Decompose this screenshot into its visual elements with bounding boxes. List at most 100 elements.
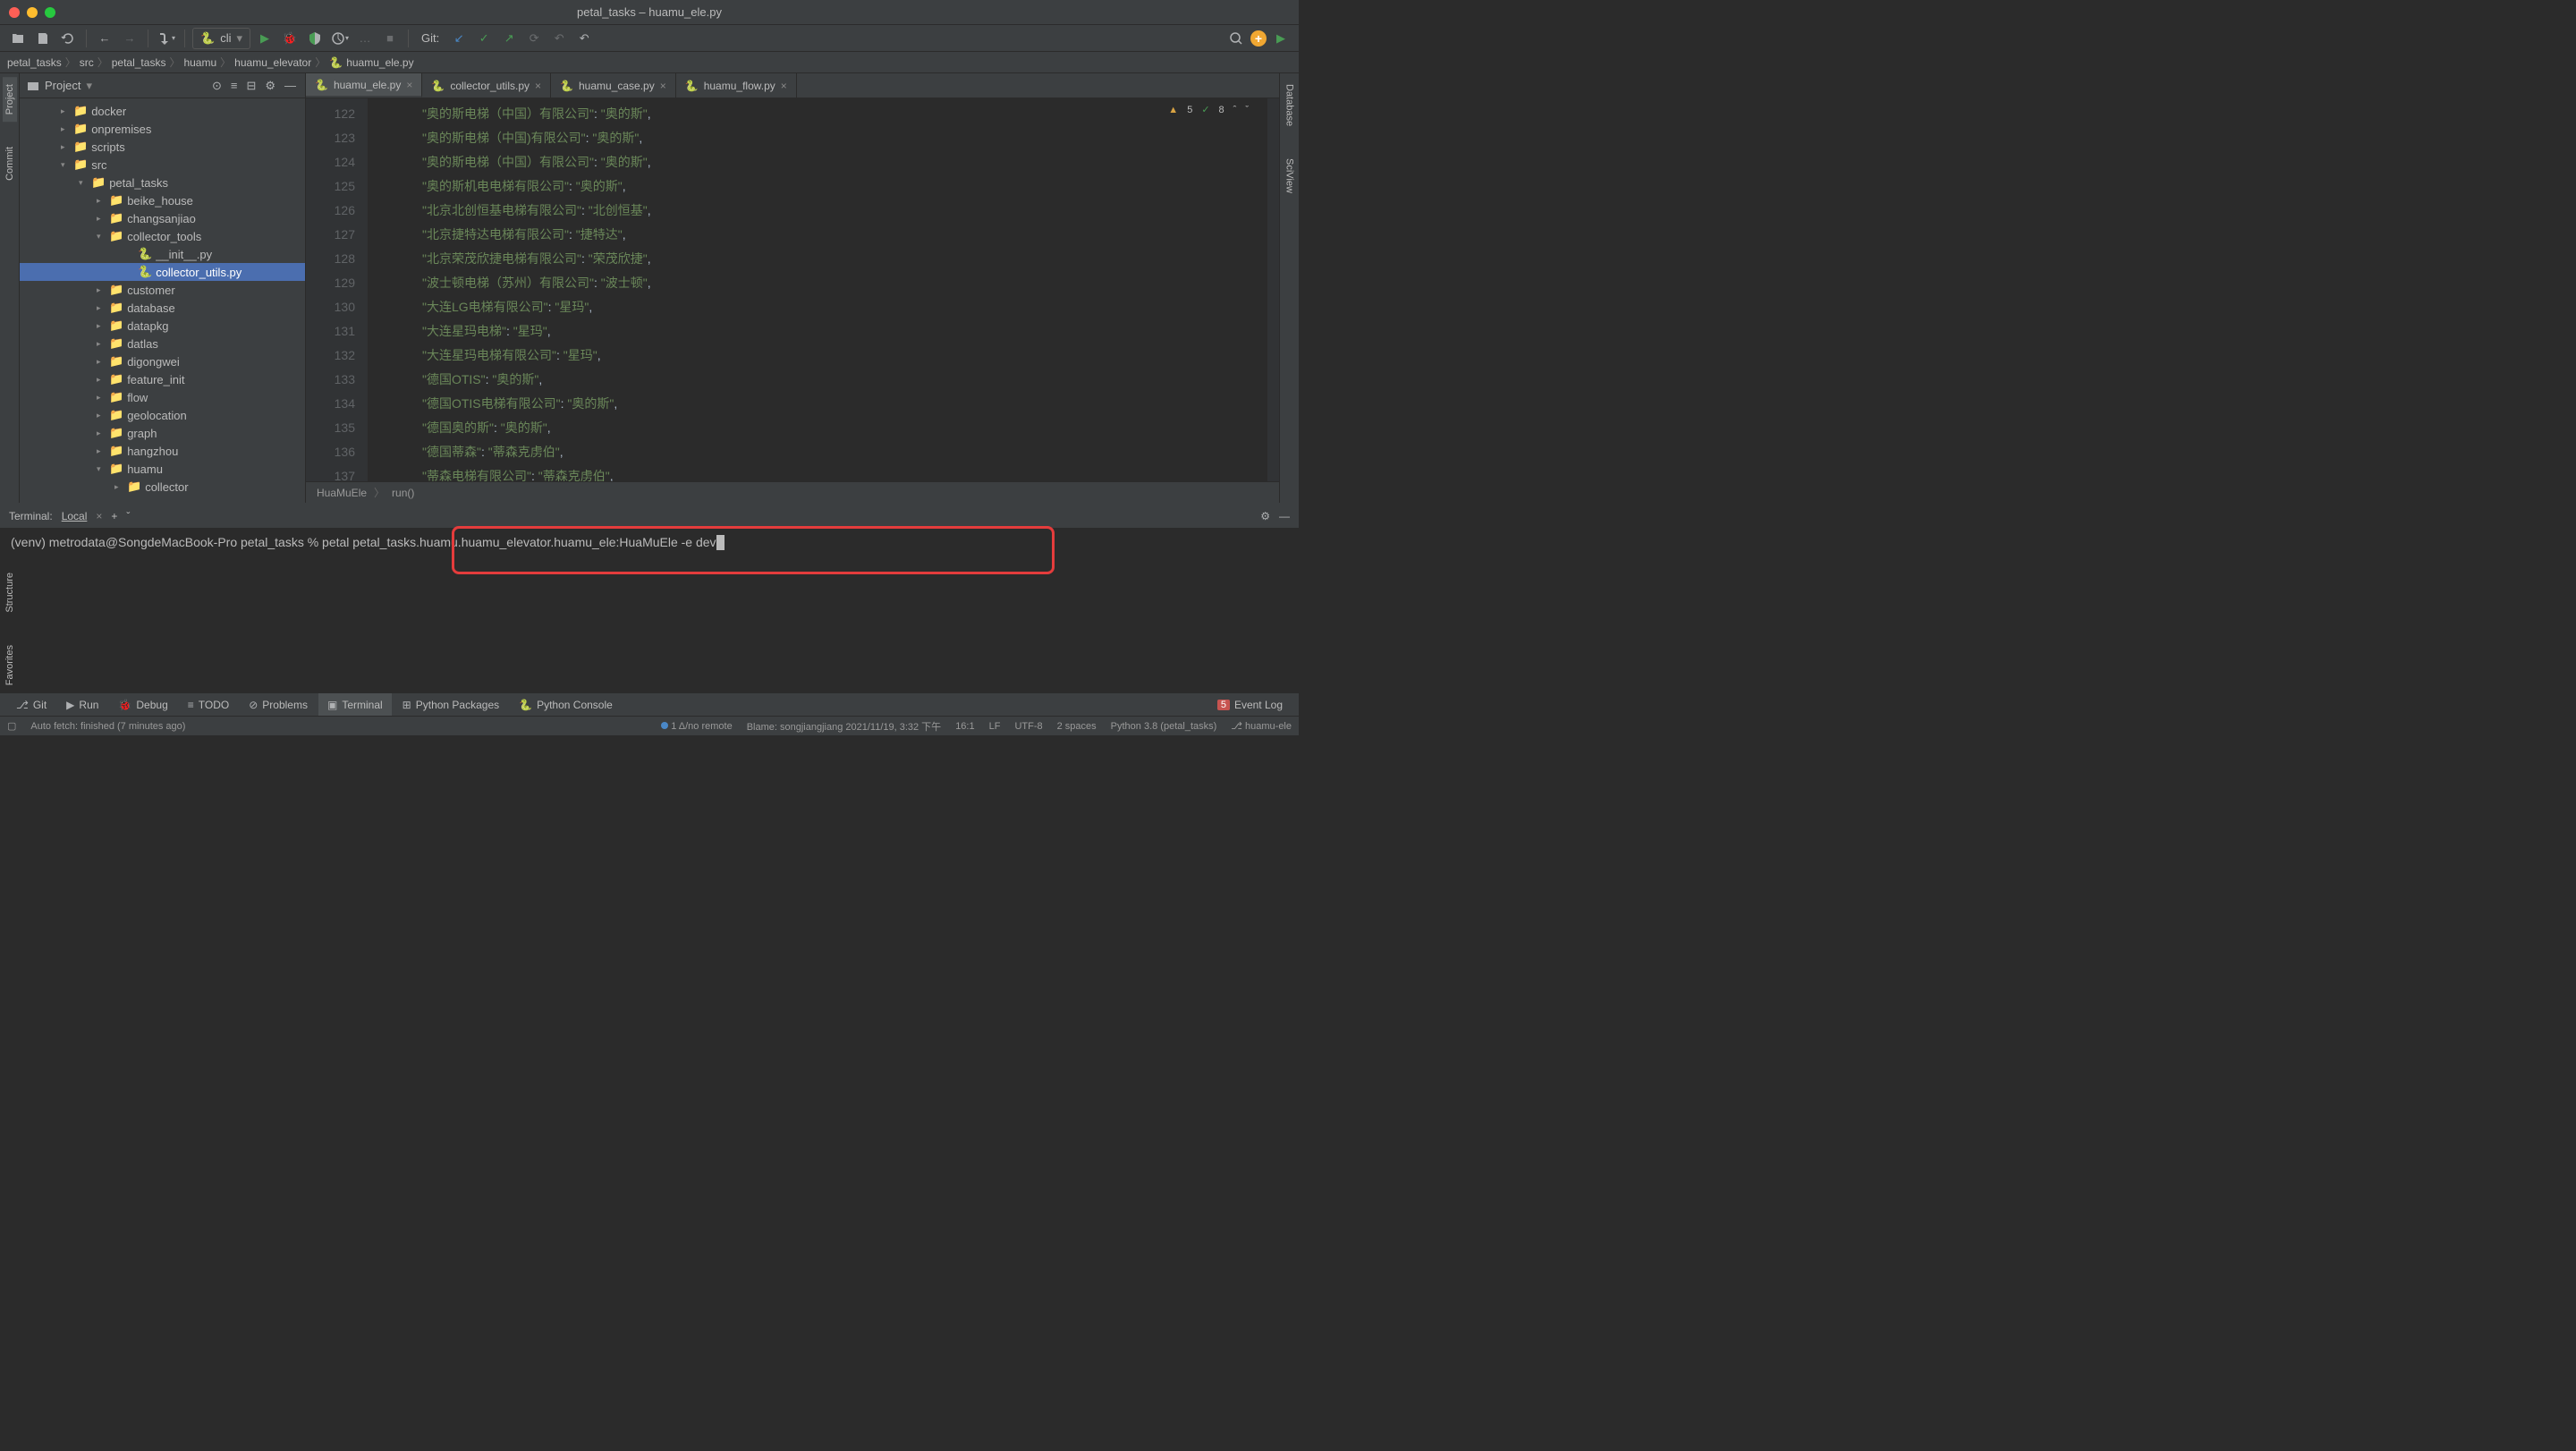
tree-item-datapkg[interactable]: ▸📁datapkg — [20, 317, 305, 335]
close-tab-icon[interactable]: × — [535, 80, 541, 92]
tree-item-scripts[interactable]: ▸📁scripts — [20, 138, 305, 156]
tree-arrow-icon[interactable]: ▸ — [97, 393, 106, 403]
indent-status[interactable]: 2 spaces — [1057, 721, 1097, 732]
tree-item-onpremises[interactable]: ▸📁onpremises — [20, 120, 305, 138]
chevron-down-icon[interactable]: ˇ — [1245, 105, 1249, 115]
event-log-button[interactable]: 5Event Log — [1208, 693, 1292, 716]
tree-item-database[interactable]: ▸📁database — [20, 299, 305, 317]
minimize-window-button[interactable] — [27, 7, 38, 18]
git-blame-status[interactable]: Blame: songjiangjiang 2021/11/19, 3:32 下… — [747, 719, 942, 734]
tool-window-button-debug[interactable]: 🐞Debug — [109, 693, 176, 716]
project-tool-button[interactable]: Project — [3, 77, 17, 122]
tree-item-beike_house[interactable]: ▸📁beike_house — [20, 191, 305, 209]
nav-forward-icon[interactable]: → — [119, 28, 140, 49]
editor-tab-collector_utils-py[interactable]: 🐍collector_utils.py× — [422, 73, 551, 98]
commit-tool-button[interactable]: Commit — [3, 140, 17, 188]
tree-arrow-icon[interactable]: ▾ — [97, 232, 106, 242]
tree-item-feature_init[interactable]: ▸📁feature_init — [20, 370, 305, 388]
nav-back-icon[interactable]: ← — [94, 28, 115, 49]
save-all-icon[interactable] — [32, 28, 54, 49]
breadcrumb-item[interactable]: src — [80, 56, 94, 69]
tree-arrow-icon[interactable]: ▸ — [114, 482, 123, 492]
git-branch[interactable]: ⎇ huamu-ele — [1231, 720, 1292, 732]
vcs-add-icon[interactable]: ▾ — [156, 28, 177, 49]
maximize-window-button[interactable] — [45, 7, 55, 18]
python-interpreter[interactable]: Python 3.8 (petal_tasks) — [1111, 721, 1217, 732]
tree-arrow-icon[interactable]: ▾ — [97, 464, 106, 474]
close-tab-icon[interactable]: × — [781, 80, 787, 92]
file-encoding[interactable]: UTF-8 — [1014, 721, 1042, 732]
sciview-tool-button[interactable]: SciView — [1283, 151, 1297, 200]
breadcrumb-item[interactable]: huamu_ele.py — [346, 56, 413, 69]
chevron-down-icon[interactable]: ˇ — [126, 510, 130, 522]
close-window-button[interactable] — [9, 7, 20, 18]
debug-button[interactable]: 🐞 — [279, 28, 301, 49]
close-tab-icon[interactable]: × — [96, 510, 102, 522]
tree-item-huamu[interactable]: ▾📁huamu — [20, 460, 305, 478]
hide-icon[interactable]: — — [1279, 510, 1290, 522]
tree-arrow-icon[interactable]: ▾ — [61, 160, 70, 170]
tree-item-customer[interactable]: ▸📁customer — [20, 281, 305, 299]
vcs-history-icon[interactable]: ⟳ — [523, 28, 545, 49]
tree-arrow-icon[interactable]: ▸ — [97, 429, 106, 438]
editor-tab-huamu_case-py[interactable]: 🐍huamu_case.py× — [551, 73, 676, 98]
tool-window-button-problems[interactable]: ⊘Problems — [240, 693, 317, 716]
select-opened-file-icon[interactable]: ⊙ — [210, 77, 224, 95]
tree-item-petal_tasks[interactable]: ▾📁petal_tasks — [20, 174, 305, 191]
collapse-all-icon[interactable]: ⊟ — [244, 77, 258, 95]
breadcrumb-item[interactable]: huamu_elevator — [234, 56, 311, 69]
tree-arrow-icon[interactable]: ▸ — [97, 196, 106, 206]
tool-window-button-terminal[interactable]: ▣Terminal — [318, 693, 392, 716]
tree-item-digongwei[interactable]: ▸📁digongwei — [20, 352, 305, 370]
tree-arrow-icon[interactable]: ▸ — [97, 321, 106, 331]
project-tree[interactable]: ▸📁docker▸📁onpremises▸📁scripts▾📁src▾📁peta… — [20, 98, 305, 503]
tree-arrow-icon[interactable]: ▸ — [97, 357, 106, 367]
editor-crumb-item[interactable]: HuaMuEle — [317, 487, 367, 499]
tree-item-__init__-py[interactable]: 🐍__init__.py — [20, 245, 305, 263]
chevron-up-icon[interactable]: ˆ — [1233, 105, 1237, 115]
tree-arrow-icon[interactable]: ▸ — [97, 339, 106, 349]
vcs-rollback-icon[interactable]: ↶ — [548, 28, 570, 49]
stop-button[interactable]: ■ — [379, 28, 401, 49]
tree-item-docker[interactable]: ▸📁docker — [20, 102, 305, 120]
coverage-button[interactable] — [304, 28, 326, 49]
close-tab-icon[interactable]: × — [406, 79, 412, 91]
tree-arrow-icon[interactable]: ▸ — [97, 285, 106, 295]
tree-arrow-icon[interactable]: ▸ — [97, 375, 106, 385]
editor-tab-huamu_flow-py[interactable]: 🐍huamu_flow.py× — [676, 73, 797, 98]
breadcrumb-item[interactable]: petal_tasks — [112, 56, 166, 69]
tree-arrow-icon[interactable]: ▸ — [97, 303, 106, 313]
vcs-update-icon[interactable]: ↙ — [448, 28, 470, 49]
vcs-push-icon[interactable]: ↗ — [498, 28, 520, 49]
vcs-undo-icon[interactable]: ↶ — [573, 28, 595, 49]
breadcrumb-item[interactable]: huamu — [183, 56, 216, 69]
expand-all-icon[interactable]: ≡ — [229, 77, 240, 94]
tree-item-collector_utils-py[interactable]: 🐍collector_utils.py — [20, 263, 305, 281]
tree-arrow-icon[interactable]: ▸ — [61, 106, 70, 116]
run-configuration-selector[interactable]: 🐍 cli ▾ — [192, 28, 250, 49]
editor-content[interactable]: "奥的斯电梯（中国）有限公司": "奥的斯","奥的斯电梯（中国)有限公司": … — [369, 98, 1267, 481]
tool-window-button-run[interactable]: ▶Run — [57, 693, 107, 716]
tree-item-flow[interactable]: ▸📁flow — [20, 388, 305, 406]
terminal-tab-local[interactable]: Local — [62, 510, 88, 522]
settings-icon[interactable]: ⚙ — [263, 77, 277, 95]
new-tab-icon[interactable]: + — [111, 510, 117, 522]
tree-arrow-icon[interactable]: ▾ — [79, 178, 88, 188]
breadcrumb-item[interactable]: petal_tasks — [7, 56, 62, 69]
editor-tab-huamu_ele-py[interactable]: 🐍huamu_ele.py× — [306, 73, 422, 98]
close-tab-icon[interactable]: × — [660, 80, 666, 92]
tree-arrow-icon[interactable]: ▸ — [61, 124, 70, 134]
tree-item-datlas[interactable]: ▸📁datlas — [20, 335, 305, 352]
tree-item-geolocation[interactable]: ▸📁geolocation — [20, 406, 305, 424]
chevron-down-icon[interactable]: ▾ — [86, 79, 92, 93]
tree-item-changsanjiao[interactable]: ▸📁changsanjiao — [20, 209, 305, 227]
tool-window-button-todo[interactable]: ≡TODO — [179, 693, 238, 716]
cursor-position[interactable]: 16:1 — [955, 721, 974, 732]
tree-arrow-icon[interactable]: ▸ — [97, 214, 106, 224]
editor-minimap[interactable] — [1267, 98, 1279, 481]
tree-item-hangzhou[interactable]: ▸📁hangzhou — [20, 442, 305, 460]
tool-window-button-python-console[interactable]: 🐍Python Console — [510, 693, 622, 716]
tool-windows-icon[interactable]: ▢ — [7, 720, 16, 732]
remote-status[interactable]: 1 Δ/no remote — [671, 721, 733, 732]
run-button[interactable]: ▶ — [254, 28, 275, 49]
